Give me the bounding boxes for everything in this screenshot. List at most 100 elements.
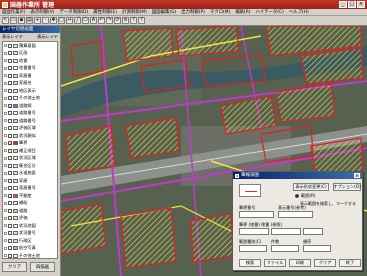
- print-icon[interactable]: ▤: [26, 17, 33, 24]
- layer-item[interactable]: 積算基図: [3, 42, 57, 50]
- style-change-button[interactable]: 表示形状変更(C): [293, 183, 329, 191]
- layer-item[interactable]: 状況番号: [3, 230, 57, 238]
- menu-item[interactable]: マクロ(M): [210, 9, 230, 15]
- layer-item[interactable]: 評価区域: [3, 125, 57, 133]
- tree-expander-icon[interactable]: [4, 171, 7, 175]
- layer-item[interactable]: 評価: [3, 215, 57, 223]
- layer-item[interactable]: 地番: [3, 57, 57, 65]
- layer-checkbox[interactable]: [8, 126, 12, 131]
- layer-checkbox[interactable]: [8, 148, 12, 153]
- tree-expander-icon[interactable]: [4, 89, 7, 93]
- zoom-out-icon[interactable]: -: [42, 17, 49, 24]
- tree-expander-icon[interactable]: [4, 216, 7, 220]
- lot-field-1[interactable]: [239, 228, 269, 235]
- layer-item[interactable]: ✓ 道路線: [3, 102, 57, 110]
- lot-field-2[interactable]: [271, 228, 301, 235]
- menu-item[interactable]: 表示制御(V): [31, 9, 55, 15]
- menu-item[interactable]: 補助(R): [235, 9, 250, 15]
- count-field[interactable]: [271, 245, 299, 252]
- measure-icon[interactable]: ↔: [66, 17, 73, 24]
- layer-item[interactable]: 家屋名: [3, 80, 57, 88]
- layer-checkbox[interactable]: [8, 73, 12, 78]
- redraw-button[interactable]: 再描画: [30, 262, 55, 272]
- tree-expander-icon[interactable]: [4, 179, 7, 183]
- layer-item[interactable]: 補助: [3, 200, 57, 208]
- dialog-close-icon[interactable]: ×: [354, 173, 360, 178]
- layer-checkbox[interactable]: [8, 186, 12, 191]
- tree-expander-icon[interactable]: [4, 104, 7, 108]
- menu-item[interactable]: 出力制御(P): [181, 9, 205, 15]
- tree-expander-icon[interactable]: [4, 51, 7, 55]
- select-icon[interactable]: ▢: [58, 17, 65, 24]
- layer-item[interactable]: ✓ 不動産: [3, 192, 57, 200]
- tree-expander-icon[interactable]: [4, 59, 7, 63]
- layer-checkbox[interactable]: [8, 88, 12, 93]
- layer-checkbox[interactable]: ✓: [8, 141, 12, 146]
- pointer-icon[interactable]: ↖: [2, 17, 9, 24]
- layer-checkbox[interactable]: [8, 111, 12, 116]
- maximize-button[interactable]: □: [348, 1, 356, 8]
- layer-item[interactable]: 補正項目: [3, 147, 57, 155]
- layer-checkbox[interactable]: [8, 81, 12, 86]
- tree-expander-icon[interactable]: [4, 194, 7, 198]
- layer-checkbox[interactable]: [8, 58, 12, 63]
- layer-checkbox[interactable]: [8, 96, 12, 101]
- tree-expander-icon[interactable]: [4, 186, 7, 190]
- layer-item[interactable]: 地区表示: [3, 87, 57, 95]
- display-number-field[interactable]: [278, 211, 313, 218]
- dialog-clear-button[interactable]: クリア: [314, 259, 336, 267]
- tree-expander-icon[interactable]: [4, 209, 7, 213]
- tree-expander-icon[interactable]: [4, 149, 7, 153]
- tree-expander-icon[interactable]: [4, 66, 7, 70]
- layer-item[interactable]: 道路番号: [3, 117, 57, 125]
- layer-checkbox[interactable]: [8, 253, 12, 258]
- pan-icon[interactable]: ✥: [50, 17, 57, 24]
- tree-expander-icon[interactable]: [4, 119, 7, 123]
- menu-item[interactable]: 図面編集(G): [152, 9, 176, 15]
- tree-expander-icon[interactable]: [4, 201, 7, 205]
- option-button[interactable]: オプション(O): [333, 183, 361, 191]
- polygon-icon[interactable]: ⬠: [82, 17, 89, 24]
- layer-item[interactable]: 水道施設: [3, 170, 57, 178]
- line-icon[interactable]: ╱: [74, 17, 81, 24]
- menu-item[interactable]: ヘルプ(H): [289, 9, 309, 15]
- tree-expander-icon[interactable]: [4, 224, 7, 228]
- query-icon[interactable]: ?: [130, 17, 137, 24]
- undo-icon[interactable]: ↶: [98, 17, 105, 24]
- open-icon[interactable]: ▭: [10, 17, 17, 24]
- tree-expander-icon[interactable]: [4, 141, 7, 145]
- tree-expander-icon[interactable]: [4, 126, 7, 130]
- tree-expander-icon[interactable]: [4, 156, 7, 160]
- menu-item[interactable]: 図面作業(F): [2, 9, 26, 15]
- order-field[interactable]: [303, 245, 331, 252]
- redo-icon[interactable]: ↷: [106, 17, 113, 24]
- layer-checkbox[interactable]: [8, 118, 12, 123]
- tree-expander-icon[interactable]: [4, 239, 7, 243]
- layer-item[interactable]: 家屋番号: [3, 185, 57, 193]
- close-button[interactable]: ×: [357, 1, 365, 8]
- layer-item[interactable]: 道路番号: [3, 110, 57, 118]
- menu-item[interactable]: 計測制御(M): [122, 9, 147, 15]
- parcel-number-field[interactable]: [239, 211, 274, 218]
- refresh-icon[interactable]: ⟳: [114, 17, 121, 24]
- layer-item[interactable]: 集合区分: [3, 162, 57, 170]
- layer-checkbox[interactable]: [8, 238, 12, 243]
- layer-item[interactable]: その他土地: [3, 252, 57, 258]
- print-button[interactable]: 印刷: [289, 259, 311, 267]
- layer-item[interactable]: 状況類似: [3, 132, 57, 140]
- layer-item[interactable]: ✓ 筆界: [3, 140, 57, 148]
- tree-expander-icon[interactable]: [4, 111, 7, 115]
- layer-checkbox[interactable]: [8, 208, 12, 213]
- layer-item[interactable]: 地番番号: [3, 65, 57, 73]
- exit-button[interactable]: 終了: [339, 259, 361, 267]
- tree-expander-icon[interactable]: [4, 164, 7, 168]
- layer-item[interactable]: 状況地図: [3, 222, 57, 230]
- layer-checkbox[interactable]: [8, 51, 12, 56]
- layer-item[interactable]: 行政区: [3, 237, 57, 245]
- save-icon[interactable]: ▪: [18, 17, 25, 24]
- layer-item[interactable]: その他土地: [3, 95, 57, 103]
- layer-checkbox[interactable]: [8, 156, 12, 161]
- menu-item[interactable]: データ制御(D): [60, 9, 89, 15]
- layer-list[interactable]: 積算基図 区画 地番 地番番号 家屋番 家屋名 地区表示 その他土地 ✓ 道路線 道路番号 道路番号評…: [2, 41, 58, 259]
- menu-item[interactable]: 属性制御(E): [93, 9, 117, 15]
